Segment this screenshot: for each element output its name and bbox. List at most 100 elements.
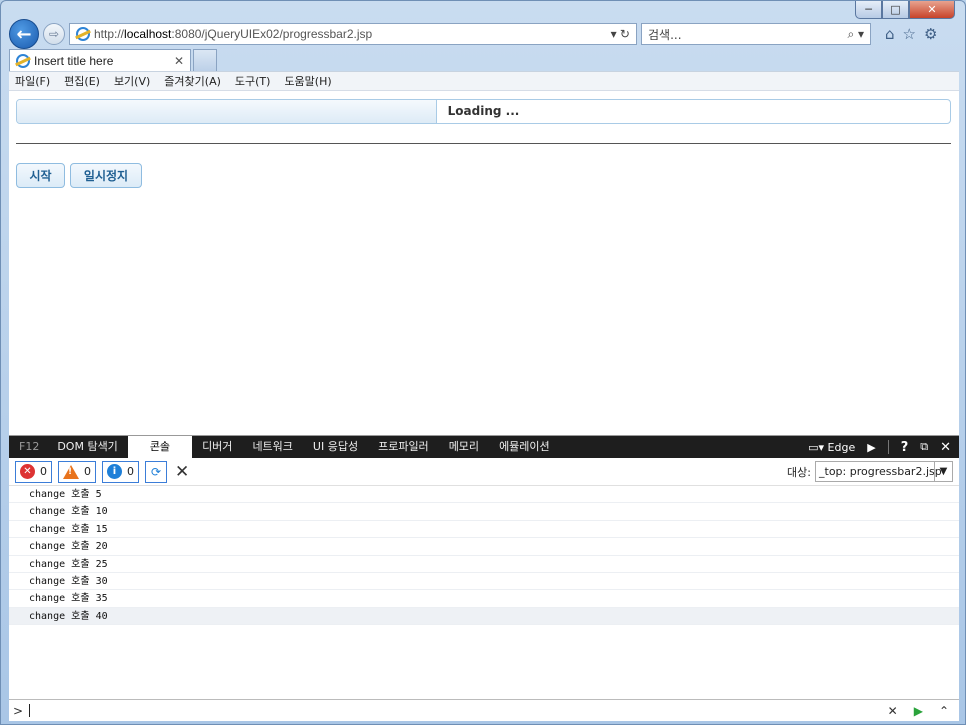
maximize-button[interactable]: □ bbox=[882, 1, 909, 19]
url-path: :8080/jQueryUIEx02/progressbar2.jsp bbox=[171, 27, 373, 41]
tab-memory[interactable]: 메모리 bbox=[439, 436, 489, 458]
menu-favorites[interactable]: 즐겨찾기(A) bbox=[164, 73, 221, 89]
navigation-bar: ← ⇨ http://localhost:8080/jQueryUIEx02/p… bbox=[9, 19, 959, 49]
ie-tab-icon bbox=[16, 53, 30, 68]
address-bar[interactable]: http://localhost:8080/jQueryUIEx02/progr… bbox=[69, 23, 637, 45]
log-value: 30 bbox=[89, 575, 108, 587]
error-count: 0 bbox=[40, 465, 47, 478]
log-prefix: change bbox=[29, 575, 72, 587]
expand-icon[interactable]: ⌃ bbox=[939, 704, 949, 718]
menu-edit[interactable]: 편집(E) bbox=[64, 73, 100, 89]
tab-title: Insert title here bbox=[34, 53, 114, 68]
log-call-label: 호출 bbox=[71, 506, 90, 518]
progress-label: Loading ... bbox=[447, 104, 520, 118]
run-icon[interactable]: ▶ bbox=[914, 704, 923, 718]
tab-close-icon[interactable]: ✕ bbox=[174, 54, 184, 68]
search-icon[interactable]: ⌕ ▾ bbox=[847, 27, 864, 42]
new-tab-button[interactable] bbox=[193, 49, 217, 71]
devtools-f12-label: F12 bbox=[19, 440, 40, 453]
chevron-down-icon: ▼ bbox=[934, 462, 952, 481]
error-filter-button[interactable]: ✕ 0 bbox=[15, 460, 52, 483]
target-dropdown[interactable]: _top: progressbar2.jsp ▼ bbox=[815, 461, 953, 482]
info-count: 0 bbox=[127, 465, 134, 478]
gear-icon[interactable]: ⚙ bbox=[924, 25, 937, 43]
tab-console[interactable]: 콘솔 bbox=[127, 436, 193, 458]
back-button[interactable]: ← bbox=[9, 19, 39, 49]
url-scheme: http:// bbox=[94, 27, 125, 41]
page-content: Loading ... 시작 일시정지 bbox=[9, 91, 959, 435]
clear-console-icon[interactable]: ✕ bbox=[175, 462, 189, 482]
menu-file[interactable]: 파일(F) bbox=[15, 73, 50, 89]
console-toolbar: ✕ 0 ! 0 i 0 ⟳ ✕ 대상: _top: progressbar2.j… bbox=[9, 458, 959, 486]
ie-page-icon bbox=[76, 27, 90, 41]
log-row: change 호출 10 bbox=[9, 503, 959, 521]
menu-help[interactable]: 도움말(H) bbox=[284, 73, 331, 89]
search-input[interactable]: 검색... ⌕ ▾ bbox=[641, 23, 871, 45]
clear-input-icon[interactable]: ✕ bbox=[888, 704, 898, 718]
log-row: change 호출 30 bbox=[9, 573, 959, 591]
tab-dom-explorer[interactable]: DOM 탐색기 bbox=[47, 436, 127, 458]
log-value: 25 bbox=[89, 558, 108, 570]
log-row: change 호출 25 bbox=[9, 556, 959, 573]
progress-bar: Loading ... bbox=[16, 99, 951, 124]
log-call-label: 호출 bbox=[71, 610, 90, 622]
devtools-close-icon[interactable]: ✕ bbox=[940, 440, 951, 455]
console-input[interactable]: > ✕ ▶ ⌃ bbox=[9, 699, 959, 721]
log-value: 40 bbox=[89, 610, 108, 622]
log-prefix: change bbox=[29, 610, 72, 622]
log-value: 10 bbox=[89, 506, 108, 518]
target-selector: 대상: _top: progressbar2.jsp ▼ bbox=[787, 461, 953, 482]
emulation-mode-label: Edge bbox=[827, 440, 856, 454]
log-prefix: change bbox=[29, 523, 72, 535]
log-call-label: 호출 bbox=[71, 523, 90, 535]
home-icon[interactable]: ⌂ bbox=[885, 25, 895, 43]
log-call-label: 호출 bbox=[71, 575, 90, 587]
log-row: change 호출 35 bbox=[9, 590, 959, 608]
info-filter-button[interactable]: i 0 bbox=[102, 460, 139, 483]
devtools-right-controls: ▭▾ Edge ▶ ? ⧉ ✕ bbox=[808, 436, 959, 458]
tab-active[interactable]: Insert title here ✕ bbox=[9, 49, 191, 71]
start-button[interactable]: 시작 bbox=[16, 163, 65, 188]
menu-view[interactable]: 보기(V) bbox=[114, 73, 150, 89]
text-cursor bbox=[29, 704, 31, 717]
refresh-icon[interactable]: ▾ ↻ bbox=[611, 27, 630, 41]
log-value: 15 bbox=[89, 523, 108, 535]
log-value: 20 bbox=[89, 541, 108, 553]
arrow-right-icon: ⇨ bbox=[48, 27, 60, 41]
error-icon: ✕ bbox=[20, 464, 35, 479]
separator bbox=[887, 440, 889, 454]
warning-icon: ! bbox=[63, 464, 79, 479]
search-placeholder: 검색... bbox=[648, 27, 682, 42]
undock-icon[interactable]: ⧉ bbox=[920, 440, 928, 454]
clear-on-navigate-icon: ⟳ bbox=[150, 464, 162, 479]
menu-bar: 파일(F) 편집(E) 보기(V) 즐겨찾기(A) 도구(T) 도움말(H) bbox=[9, 71, 959, 91]
tab-debugger[interactable]: 디버거 bbox=[192, 436, 242, 458]
log-row: change 호출 20 bbox=[9, 538, 959, 556]
tab-profiler[interactable]: 프로파일러 bbox=[368, 436, 439, 458]
log-value: 5 bbox=[89, 489, 102, 500]
log-prefix: change bbox=[29, 558, 72, 570]
close-window-button[interactable]: ✕ bbox=[909, 1, 955, 19]
warning-filter-button[interactable]: ! 0 bbox=[58, 460, 96, 483]
log-prefix: change bbox=[29, 506, 72, 518]
divider bbox=[16, 143, 951, 144]
favorites-star-icon[interactable]: ☆ bbox=[903, 25, 916, 43]
menu-tools[interactable]: 도구(T) bbox=[235, 73, 271, 89]
console-toggle-icon[interactable]: ▶ bbox=[867, 441, 875, 454]
info-icon: i bbox=[107, 464, 122, 479]
log-prefix: change bbox=[29, 541, 72, 553]
emulation-mode-dropdown[interactable]: ▭▾ Edge bbox=[808, 441, 855, 454]
help-icon[interactable]: ? bbox=[901, 440, 909, 455]
tab-ui-responsiveness[interactable]: UI 응답성 bbox=[303, 436, 368, 458]
minimize-button[interactable]: ─ bbox=[855, 1, 882, 19]
pause-button[interactable]: 일시정지 bbox=[70, 163, 142, 188]
log-call-label: 호출 bbox=[71, 593, 90, 605]
clear-on-navigate-button[interactable]: ⟳ bbox=[145, 460, 167, 483]
log-value: 35 bbox=[89, 593, 108, 605]
tab-network[interactable]: 네트워크 bbox=[242, 436, 302, 458]
forward-button[interactable]: ⇨ bbox=[43, 23, 65, 45]
log-call-label: 호출 bbox=[71, 489, 90, 500]
arrow-left-icon: ← bbox=[16, 23, 32, 45]
target-value: _top: progressbar2.jsp bbox=[819, 465, 942, 478]
tab-emulation[interactable]: 에뮬레이션 bbox=[489, 436, 560, 458]
